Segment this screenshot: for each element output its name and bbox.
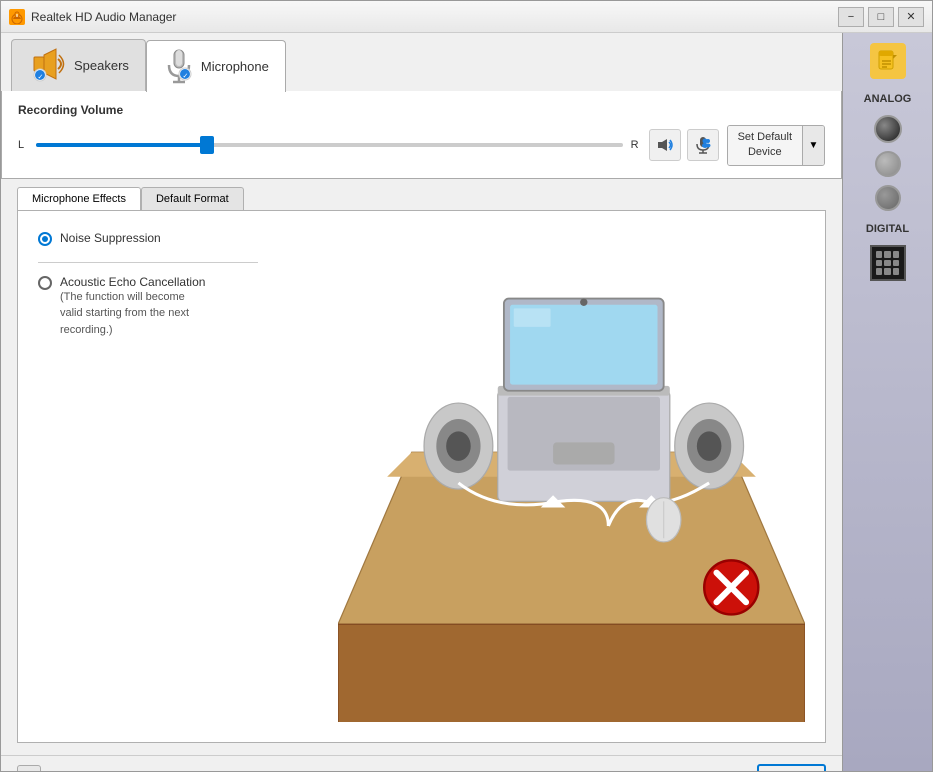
tab-microphone[interactable]: ✓ Microphone <box>146 40 286 92</box>
volume-slider-track[interactable] <box>36 143 623 147</box>
acoustic-echo-radio[interactable] <box>38 276 52 290</box>
volume-section: Recording Volume L R <box>1 91 842 179</box>
effects-illustration <box>338 231 805 723</box>
window-title: Realtek HD Audio Manager <box>31 10 838 24</box>
right-sidebar: ANALOG DIGITAL <box>842 33 932 771</box>
volume-label: Recording Volume <box>18 103 825 117</box>
main-window: Realtek HD Audio Manager − □ ✕ <box>0 0 933 772</box>
volume-slider-thumb[interactable] <box>200 136 214 154</box>
svg-text:✓: ✓ <box>182 73 188 80</box>
effects-tabs: Microphone Effects Default Format <box>17 187 826 210</box>
desk-scene-svg <box>338 231 805 723</box>
effects-area: Microphone Effects Default Format Noise … <box>1 179 842 756</box>
effects-divider <box>38 262 258 263</box>
noise-suppression-radio[interactable] <box>38 232 52 246</box>
sidebar-note-icon <box>870 43 906 79</box>
content-area: ✓ Speakers <box>1 33 932 771</box>
digital-port[interactable] <box>870 245 906 281</box>
close-button[interactable]: ✕ <box>898 7 924 27</box>
app-icon <box>9 9 25 25</box>
ok-button[interactable]: OK <box>757 764 826 771</box>
set-default-label: Set Default Device <box>728 126 802 165</box>
acoustic-echo-text: Acoustic Echo Cancellation (The function… <box>60 275 205 339</box>
noise-suppression-label: Noise Suppression <box>60 231 161 245</box>
speakers-tab-label: Speakers <box>74 58 129 73</box>
volume-buttons <box>649 129 719 161</box>
microphone-icon: ✓ <box>163 48 195 86</box>
tab-microphone-effects[interactable]: Microphone Effects <box>17 187 141 210</box>
minimize-button[interactable]: − <box>838 7 864 27</box>
mute-mic-button[interactable] <box>687 129 719 161</box>
svg-text:✓: ✓ <box>38 74 44 81</box>
volume-controls: L R <box>18 125 825 166</box>
main-panel: ✓ Speakers <box>1 33 842 771</box>
analog-port-2[interactable] <box>875 151 901 177</box>
right-channel-label: R <box>631 139 641 151</box>
tabs-row: ✓ Speakers <box>1 33 842 91</box>
effects-left-panel: Noise Suppression Acoustic Echo Cancella… <box>38 231 318 723</box>
title-controls: − □ ✕ <box>838 7 924 27</box>
set-default-button[interactable]: Set Default Device ▼ <box>727 125 825 166</box>
analog-port-1[interactable] <box>874 115 902 143</box>
digital-label: DIGITAL <box>866 223 909 235</box>
volume-slider-fill <box>36 143 212 147</box>
speakers-icon: ✓ <box>28 47 68 85</box>
noise-suppression-item: Noise Suppression <box>38 231 318 246</box>
analog-port-3[interactable] <box>875 185 901 211</box>
tab-speakers[interactable]: ✓ Speakers <box>11 39 146 91</box>
analog-label: ANALOG <box>864 93 912 105</box>
tab-default-format[interactable]: Default Format <box>141 187 244 210</box>
acoustic-echo-label: Acoustic Echo Cancellation <box>60 275 205 289</box>
title-bar: Realtek HD Audio Manager − □ ✕ <box>1 1 932 33</box>
set-default-dropdown-arrow[interactable]: ▼ <box>802 126 824 165</box>
effects-content: Noise Suppression Acoustic Echo Cancella… <box>17 210 826 744</box>
mute-speaker-button[interactable] <box>649 129 681 161</box>
acoustic-echo-description: (The function will becomevalid starting … <box>60 289 205 339</box>
bottom-bar: i OK <box>1 755 842 771</box>
left-channel-label: L <box>18 139 28 151</box>
microphone-tab-label: Microphone <box>201 59 269 74</box>
info-button[interactable]: i <box>17 765 41 771</box>
acoustic-echo-item: Acoustic Echo Cancellation (The function… <box>38 275 318 339</box>
maximize-button[interactable]: □ <box>868 7 894 27</box>
